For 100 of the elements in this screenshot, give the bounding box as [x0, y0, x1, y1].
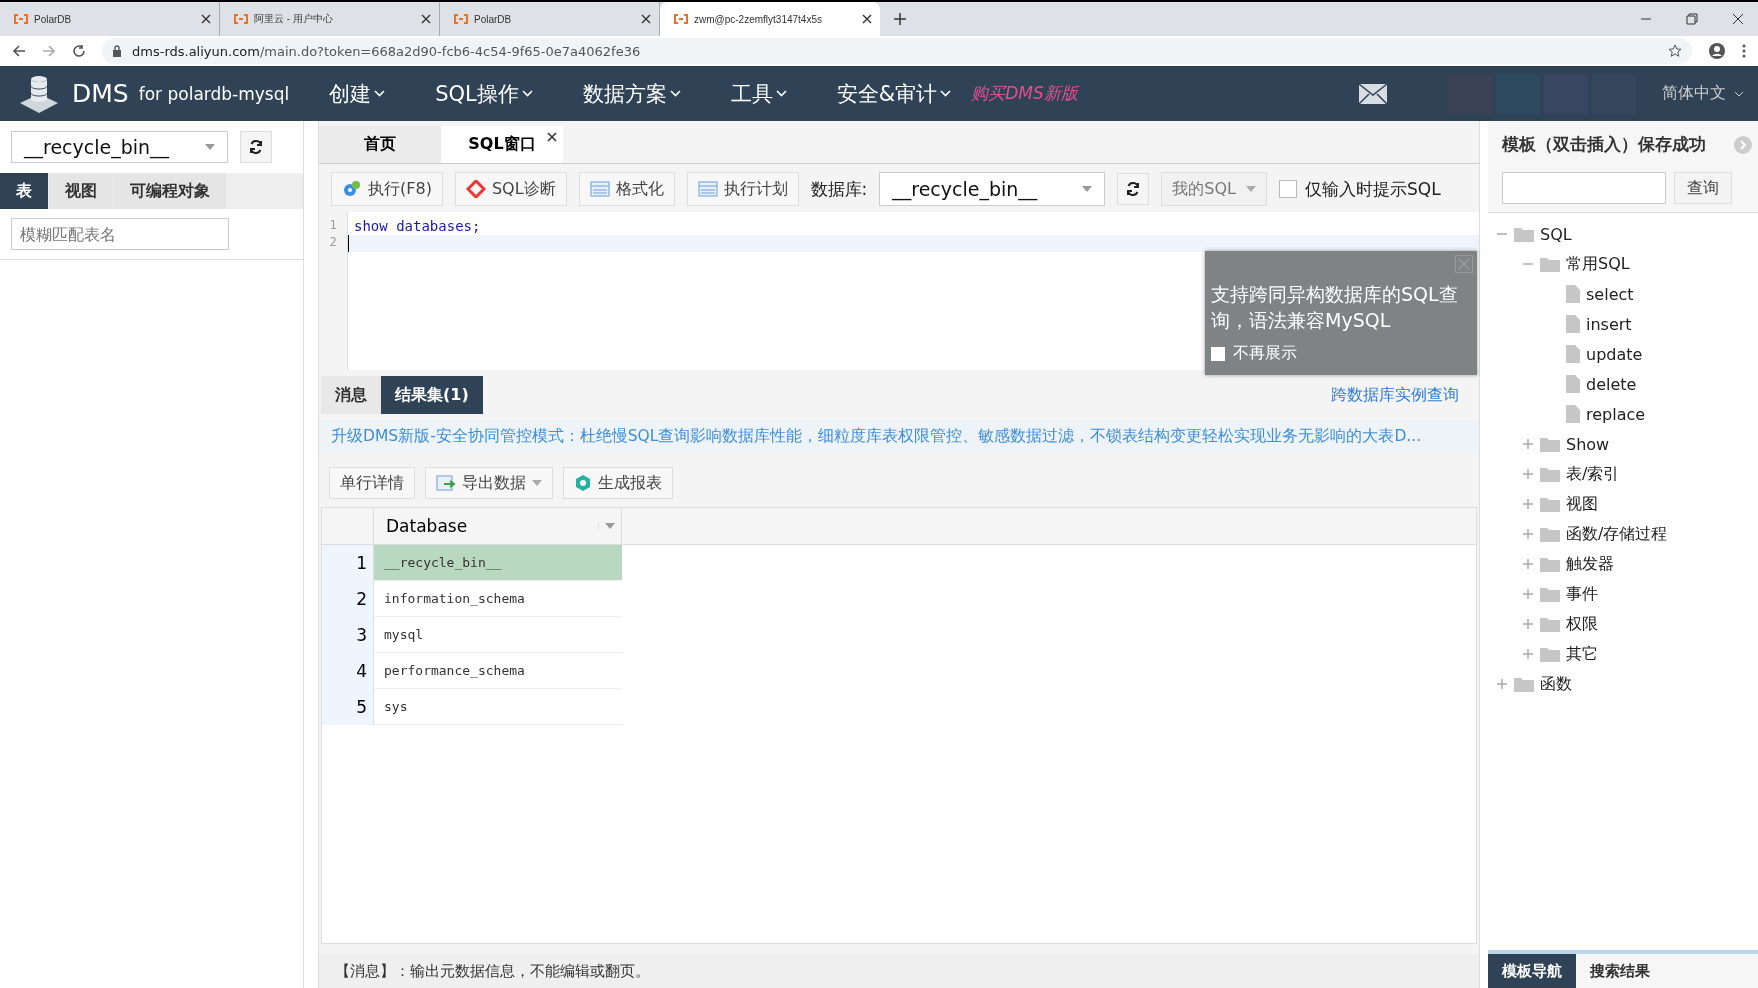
- result-button[interactable]: 生成报表: [563, 467, 673, 499]
- restore-icon[interactable]: [1686, 13, 1698, 25]
- database-select[interactable]: __recycle_bin__: [879, 172, 1106, 206]
- toolbar-button[interactable]: 执行计划: [686, 172, 799, 206]
- folder-icon: [1514, 226, 1534, 242]
- object-tab[interactable]: 表: [0, 173, 48, 209]
- editor-tab[interactable]: 首页: [319, 126, 441, 163]
- table-cell[interactable]: __recycle_bin__: [374, 545, 622, 581]
- line-number: 2: [328, 235, 338, 251]
- tree-item[interactable]: insert: [1586, 314, 1632, 334]
- table-search-field[interactable]: 模糊匹配表名: [11, 218, 229, 250]
- row-number: 2: [322, 581, 374, 617]
- tree-item[interactable]: replace: [1586, 404, 1646, 424]
- nav-menu[interactable]: SQL操作: [435, 79, 533, 108]
- tree-item[interactable]: 其它: [1566, 643, 1598, 665]
- back-icon[interactable]: [12, 44, 26, 58]
- star-icon[interactable]: [1668, 44, 1682, 58]
- table-cell[interactable]: information_schema: [374, 581, 622, 617]
- close-icon[interactable]: [1732, 13, 1744, 25]
- close-icon[interactable]: [421, 14, 431, 24]
- expand-icon[interactable]: [1496, 678, 1508, 690]
- reload-icon[interactable]: [72, 44, 86, 58]
- panel-tab[interactable]: 模板导航: [1488, 954, 1576, 988]
- result-tab[interactable]: 结果集(1): [381, 376, 483, 414]
- expand-icon[interactable]: [1522, 618, 1534, 630]
- tree-item[interactable]: 常用SQL: [1566, 253, 1630, 275]
- object-tab[interactable]: 可编程对象: [114, 173, 226, 209]
- close-icon[interactable]: [862, 14, 872, 24]
- mail-icon[interactable]: [1358, 82, 1388, 105]
- table-cell[interactable]: sys: [374, 689, 622, 725]
- bracket-logo-icon: [234, 14, 248, 24]
- caret-down-icon[interactable]: [598, 523, 615, 529]
- checkbox-label: 仅输入时提示SQL: [1304, 177, 1441, 201]
- expand-icon[interactable]: [1522, 558, 1534, 570]
- result-tab[interactable]: 消息: [321, 376, 381, 414]
- folder-icon: [1540, 526, 1560, 542]
- close-icon[interactable]: [641, 14, 651, 24]
- expand-icon[interactable]: [1522, 438, 1534, 450]
- browser-tab[interactable]: zwm@pc-2zemflyt3147t4x5s: [660, 2, 880, 36]
- folder-icon: [1540, 616, 1560, 632]
- close-icon[interactable]: [547, 132, 557, 142]
- tree-item[interactable]: 触发器: [1566, 553, 1614, 575]
- code-line: show databases;: [354, 218, 481, 234]
- forward-icon[interactable]: [42, 44, 56, 58]
- checkbox[interactable]: [1211, 346, 1225, 361]
- checkbox-label: 不再展示: [1233, 343, 1297, 364]
- result-button[interactable]: 单行详情: [329, 467, 415, 499]
- refresh-button[interactable]: [1117, 173, 1150, 205]
- tree-item[interactable]: 事件: [1566, 583, 1598, 605]
- refresh-button[interactable]: [240, 131, 272, 163]
- tab-title: PolarDB: [34, 13, 73, 25]
- nav-menu[interactable]: 数据方案: [582, 79, 681, 108]
- language-menu[interactable]: 简体中文: [1656, 82, 1750, 105]
- new-tab-icon[interactable]: [894, 13, 906, 25]
- chevron-down-icon: [374, 90, 386, 97]
- nav-menu[interactable]: 工具: [730, 79, 787, 108]
- close-icon[interactable]: [201, 14, 211, 24]
- tree-item[interactable]: 函数/存储过程: [1566, 523, 1668, 545]
- status-message: 【消息】：输出元数据信息，不能编辑或翻页。: [319, 954, 1479, 988]
- tree-item[interactable]: 视图: [1566, 493, 1598, 515]
- nav-menu[interactable]: 创建: [329, 79, 386, 108]
- toolbar-button[interactable]: SQL诊断: [454, 172, 567, 206]
- collapse-icon[interactable]: [1734, 135, 1752, 154]
- expand-icon[interactable]: [1522, 468, 1534, 480]
- my-sql-dropdown[interactable]: 我的SQL: [1161, 172, 1267, 206]
- tree-item[interactable]: update: [1586, 344, 1643, 364]
- toolbar-button[interactable]: 执行(F8): [331, 172, 443, 206]
- result-button[interactable]: 导出数据: [425, 467, 553, 499]
- account-icon[interactable]: [1708, 42, 1726, 60]
- object-tab[interactable]: 视图: [49, 173, 113, 209]
- database-label: 数据库:: [810, 177, 868, 201]
- tree-item[interactable]: delete: [1586, 374, 1637, 394]
- row-number: 3: [322, 617, 374, 653]
- template-search-field[interactable]: [1502, 172, 1666, 204]
- tree-item[interactable]: SQL: [1540, 224, 1572, 244]
- expand-icon[interactable]: [1522, 498, 1534, 510]
- table-cell[interactable]: mysql: [374, 617, 622, 653]
- search-button[interactable]: 查询: [1674, 172, 1732, 204]
- editor-tab[interactable]: SQL窗口: [441, 126, 563, 163]
- tree-item[interactable]: 表/索引: [1566, 463, 1620, 485]
- expand-icon[interactable]: [1522, 648, 1534, 660]
- row-number: 1: [322, 545, 374, 581]
- checkbox[interactable]: [1278, 180, 1297, 198]
- table-cell[interactable]: performance_schema: [374, 653, 622, 689]
- expand-icon[interactable]: [1522, 528, 1534, 540]
- nav-menu[interactable]: 安全&审计: [836, 79, 952, 108]
- folder-icon: [1540, 466, 1560, 482]
- tree-item[interactable]: 函数: [1540, 673, 1572, 695]
- refresh-icon: [1126, 182, 1141, 196]
- tree-item[interactable]: Show: [1566, 434, 1610, 454]
- cross-query-link[interactable]: 跨数据库实例查询: [1331, 384, 1459, 406]
- database-select[interactable]: __recycle_bin__: [11, 131, 228, 163]
- expand-icon[interactable]: [1522, 588, 1534, 600]
- toolbar-button[interactable]: 格式化: [578, 172, 675, 206]
- tree-item[interactable]: 权限: [1566, 613, 1598, 635]
- menu-icon[interactable]: [1742, 44, 1746, 58]
- bracket-logo-icon: [14, 14, 28, 24]
- address-bar[interactable]: dms-rds.aliyun.com/main.do?token=668a2d90-fcb6-4c54-9f65-0e7a4062fe36: [102, 38, 1692, 64]
- chevron-down-icon: [521, 90, 533, 97]
- tree-item[interactable]: select: [1586, 284, 1634, 304]
